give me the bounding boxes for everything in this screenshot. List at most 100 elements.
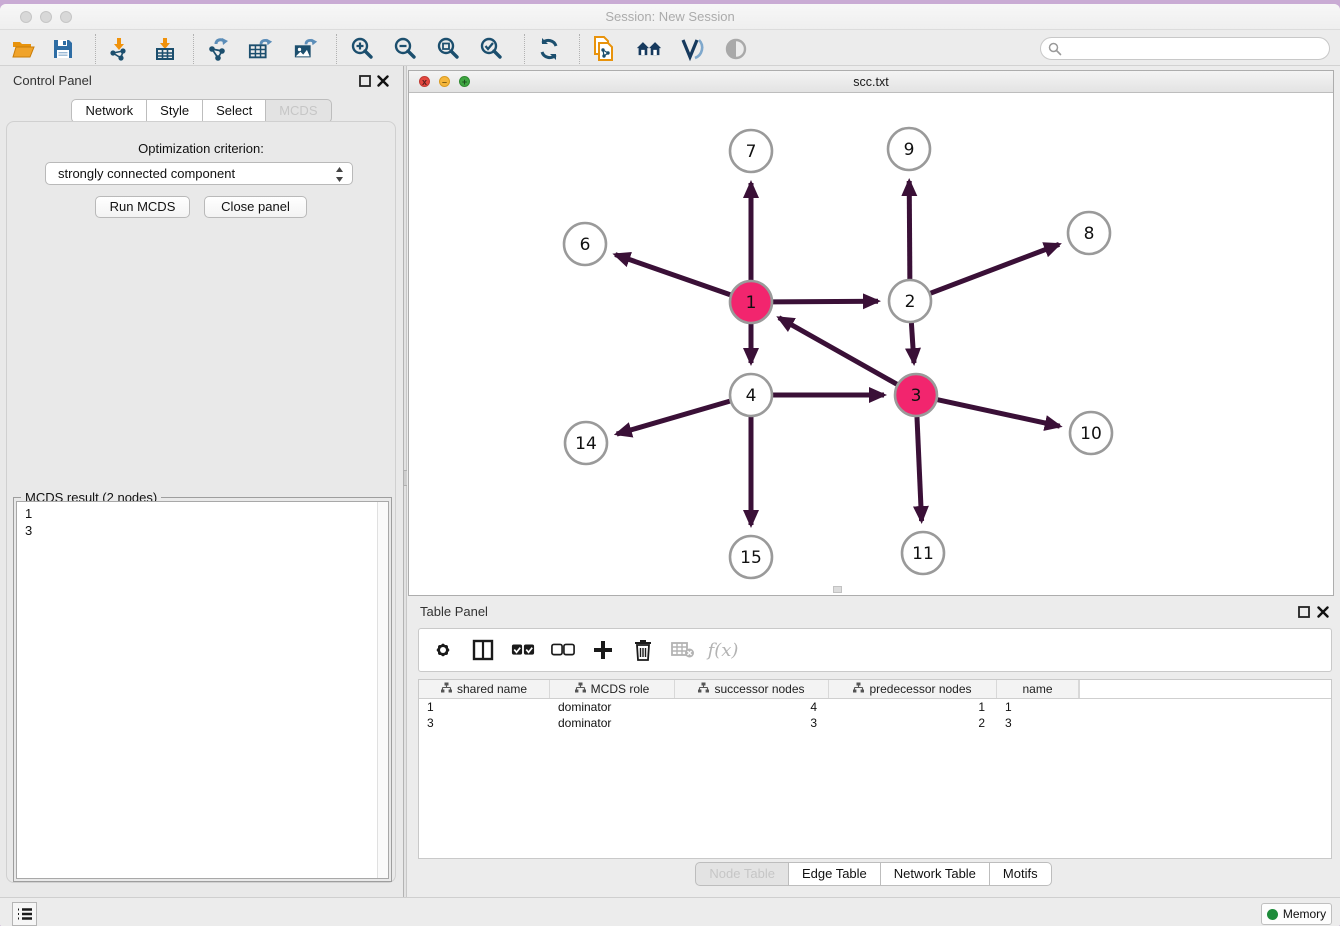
canvas-scrollbar-thumb[interactable] xyxy=(833,586,842,593)
task-history-button[interactable] xyxy=(12,902,37,926)
app-window: Session: New Session xyxy=(0,4,1340,926)
vizmapper-icon[interactable] xyxy=(679,36,705,62)
network-canvas[interactable]: 7968124314101511 xyxy=(409,93,1333,595)
search-icon xyxy=(1048,42,1062,56)
list-icon xyxy=(17,907,33,921)
column-header-name[interactable]: name xyxy=(997,680,1079,698)
search-input[interactable] xyxy=(1066,42,1329,56)
delete-columns-icon[interactable] xyxy=(631,638,655,662)
import-table-icon[interactable] xyxy=(152,36,178,62)
cell-MCDS-role[interactable]: dominator xyxy=(550,715,675,731)
show-hide-icon[interactable] xyxy=(723,36,749,62)
close-panel-icon[interactable] xyxy=(377,74,390,87)
graph-node-label-2: 2 xyxy=(905,292,916,312)
column-header-MCDS-role[interactable]: MCDS role xyxy=(550,680,675,698)
table-toolbar: f(x) xyxy=(418,628,1332,672)
criterion-value: strongly connected component xyxy=(58,166,235,181)
graph-edge-3-1[interactable] xyxy=(779,318,897,384)
zoom-selected-icon[interactable] xyxy=(478,36,504,62)
table-options-icon[interactable] xyxy=(431,638,455,662)
graph-edge-2-3[interactable] xyxy=(911,323,914,363)
graph-node-label-6: 6 xyxy=(580,235,591,255)
graph-edge-2-9[interactable] xyxy=(909,181,910,279)
tab-edge-table[interactable]: Edge Table xyxy=(789,862,881,886)
close-table-panel-icon[interactable] xyxy=(1317,605,1330,618)
run-mcds-button[interactable]: Run MCDS xyxy=(95,196,190,218)
save-session-icon[interactable] xyxy=(50,36,76,62)
graph-node-label-8: 8 xyxy=(1084,224,1095,244)
graph-edge-1-6[interactable] xyxy=(615,255,730,295)
column-header-predecessor-nodes[interactable]: predecessor nodes xyxy=(829,680,997,698)
search-box[interactable] xyxy=(1040,37,1330,60)
criterion-dropdown[interactable]: strongly connected component xyxy=(45,162,353,185)
zoom-in-icon[interactable] xyxy=(349,36,375,62)
cell-shared-name[interactable]: 3 xyxy=(419,715,550,731)
graph-node-label-14: 14 xyxy=(575,434,597,454)
cell-successor-nodes[interactable]: 4 xyxy=(675,699,829,715)
cell-name[interactable]: 1 xyxy=(997,699,1079,715)
graph-edge-1-2[interactable] xyxy=(773,301,878,302)
cell-successor-nodes[interactable]: 3 xyxy=(675,715,829,731)
memory-button[interactable]: Memory xyxy=(1261,903,1332,925)
table-panel: Table Panel xyxy=(407,597,1340,897)
cell-shared-name[interactable]: 1 xyxy=(419,699,550,715)
column-header-shared-name[interactable]: shared name xyxy=(419,680,550,698)
refresh-view-icon[interactable] xyxy=(536,36,562,62)
export-network-icon[interactable] xyxy=(206,36,232,62)
table-row[interactable]: 3dominator323 xyxy=(419,715,1331,731)
graph-edge-4-14[interactable] xyxy=(617,401,730,434)
cell-predecessor-nodes[interactable]: 1 xyxy=(829,699,997,715)
memory-status-icon xyxy=(1267,909,1278,920)
tab-network[interactable]: Network xyxy=(71,99,147,123)
graph-edge-3-11[interactable] xyxy=(917,417,922,521)
tab-motifs[interactable]: Motifs xyxy=(990,862,1052,886)
cell-name[interactable]: 3 xyxy=(997,715,1079,731)
result-scrollbar[interactable] xyxy=(377,502,388,878)
show-column-panel-icon[interactable] xyxy=(471,638,495,662)
hierarchy-icon xyxy=(441,682,452,696)
zoom-out-icon[interactable] xyxy=(392,36,418,62)
hierarchy-icon xyxy=(853,682,864,696)
toolbar-separator xyxy=(95,34,96,64)
graph-node-label-11: 11 xyxy=(912,544,934,564)
close-panel-button[interactable]: Close panel xyxy=(204,196,307,218)
float-table-panel-icon[interactable] xyxy=(1298,605,1311,618)
select-all-columns-icon[interactable] xyxy=(511,638,535,662)
graph-edge-3-10[interactable] xyxy=(937,400,1059,427)
column-header-filler xyxy=(1079,680,1331,698)
table-row[interactable]: 1dominator411 xyxy=(419,699,1331,715)
delete-table-icon[interactable] xyxy=(671,638,695,662)
clone-network-icon[interactable] xyxy=(591,36,617,62)
mcds-result-textarea[interactable]: 1 3 xyxy=(16,501,389,879)
column-header-label: shared name xyxy=(457,682,527,696)
network-frame-title: scc.txt xyxy=(409,75,1333,89)
import-network-icon[interactable] xyxy=(106,36,132,62)
zoom-fit-icon[interactable] xyxy=(435,36,461,62)
tab-node-table[interactable]: Node Table xyxy=(695,862,789,886)
tab-mcds[interactable]: MCDS xyxy=(266,99,331,123)
column-header-label: MCDS role xyxy=(591,682,650,696)
open-session-icon[interactable] xyxy=(10,36,36,62)
optimization-criterion-label: Optimization criterion: xyxy=(7,141,395,156)
float-panel-icon[interactable] xyxy=(359,74,372,87)
graph-edge-2-8[interactable] xyxy=(931,244,1060,293)
graph-node-label-7: 7 xyxy=(746,142,757,162)
first-neighbors-icon[interactable] xyxy=(636,36,662,62)
hierarchy-icon xyxy=(575,682,586,696)
column-header-successor-nodes[interactable]: successor nodes xyxy=(675,680,829,698)
mcds-result-group: MCDS result (2 nodes) 1 3 xyxy=(13,497,392,882)
export-image-icon[interactable] xyxy=(293,36,319,62)
network-frame-titlebar[interactable]: x – + scc.txt xyxy=(409,71,1333,93)
tab-style[interactable]: Style xyxy=(147,99,203,123)
dropdown-stepper-icon xyxy=(335,166,344,186)
tab-network-table[interactable]: Network Table xyxy=(881,862,990,886)
main-toolbar xyxy=(0,30,1340,66)
function-builder-icon[interactable]: f(x) xyxy=(711,638,735,662)
mcds-result-text: 1 3 xyxy=(25,505,32,539)
cell-predecessor-nodes[interactable]: 2 xyxy=(829,715,997,731)
export-table-icon[interactable] xyxy=(248,36,274,62)
tab-select[interactable]: Select xyxy=(203,99,266,123)
unselect-all-columns-icon[interactable] xyxy=(551,638,575,662)
create-column-icon[interactable] xyxy=(591,638,615,662)
cell-MCDS-role[interactable]: dominator xyxy=(550,699,675,715)
